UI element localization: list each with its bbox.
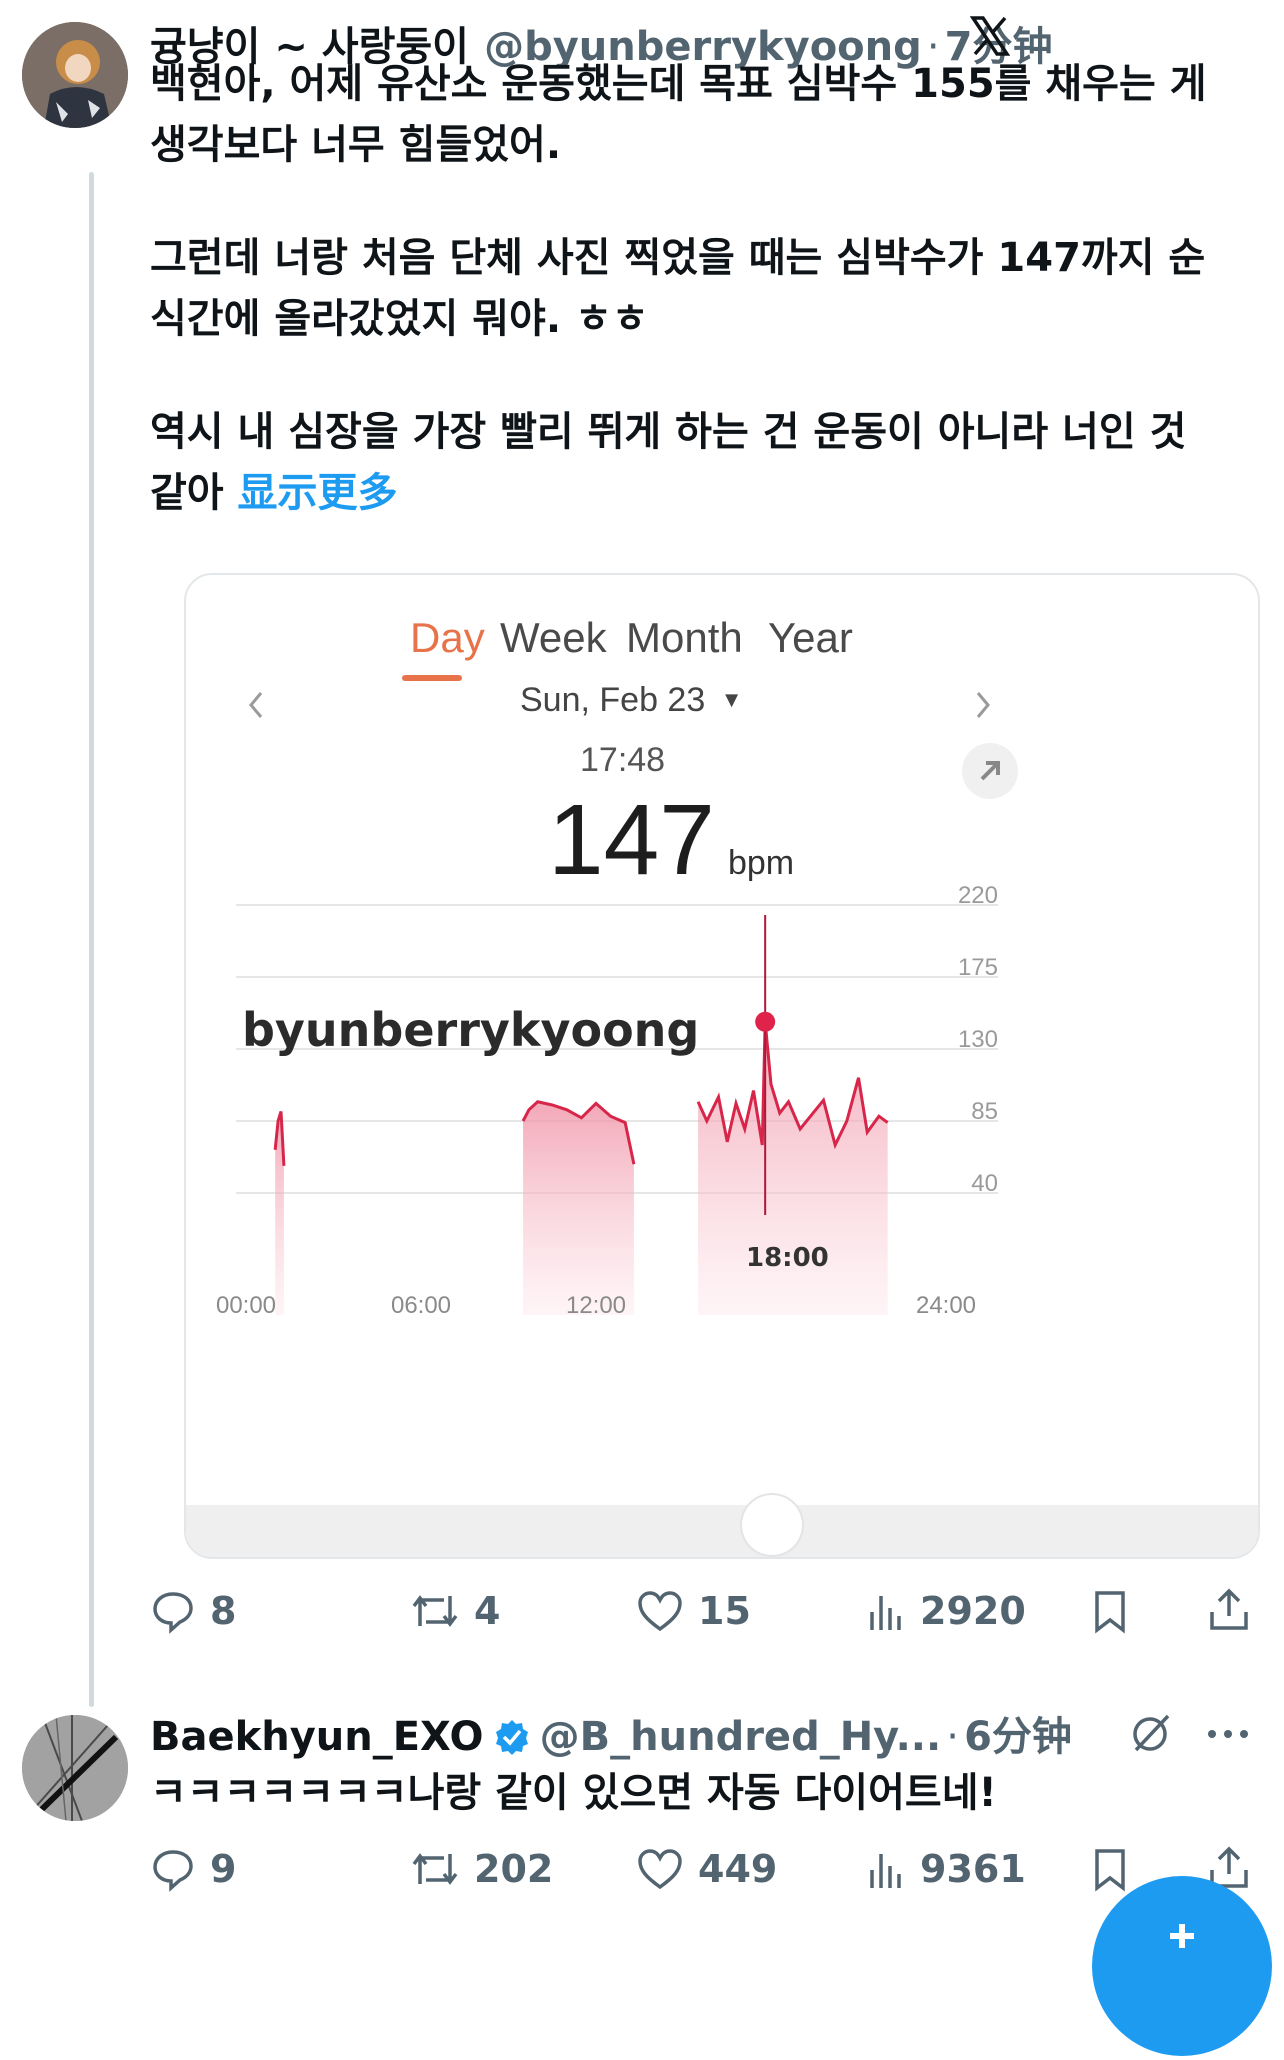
media-card[interactable]: Day Week Month Year Sun, Feb 23 ▼ 17:48 … — [184, 573, 1260, 1559]
chevron-right-icon[interactable] — [968, 685, 998, 729]
reply-icon — [153, 1850, 193, 1892]
dropdown-arrow-icon: ▼ — [720, 687, 743, 712]
y-tick-label: 220 — [958, 882, 998, 909]
callout-time: 18:00 — [746, 1243, 829, 1273]
y-tick-label: 175 — [958, 954, 998, 981]
retweet-count: 4 — [474, 1589, 501, 1633]
tab-month[interactable]: Month — [626, 614, 743, 662]
date-selector[interactable]: Sun, Feb 23 ▼ — [520, 681, 742, 720]
like-button[interactable]: 15 — [636, 1588, 751, 1634]
reply-count: 8 — [210, 1589, 237, 1633]
bookmark-button[interactable] — [1090, 1588, 1130, 1634]
avatar-image — [22, 22, 128, 128]
y-tick-label: 130 — [958, 1026, 998, 1053]
reading-time: 17:48 — [580, 741, 666, 779]
reply-views-count: 9361 — [920, 1847, 1026, 1891]
x-tick-label: 24:00 — [916, 1292, 976, 1319]
reply-retweet-count: 202 — [474, 1847, 554, 1891]
x-tick-label: 06:00 — [391, 1292, 451, 1319]
bookmark-icon — [1095, 1591, 1125, 1634]
tweet-line-last: 같아 显示更多 — [150, 463, 1207, 524]
tweet-line: 백현아, 어제 유산소 운동했는데 목표 심박수 155를 채우는 게 — [150, 61, 1207, 107]
y-tick-label: 40 — [971, 1170, 998, 1197]
compose-icon — [1170, 1924, 1194, 1948]
like-count: 15 — [698, 1589, 751, 1633]
separator-dot: · — [946, 1714, 959, 1760]
retweet-button[interactable]: 4 — [410, 1588, 500, 1634]
reply-text: ㅋㅋㅋㅋㅋㅋㅋ나랑 같이 있으면 자동 다이어트네! — [150, 1770, 997, 1816]
tab-year[interactable]: Year — [768, 614, 853, 662]
heart-rate-chart[interactable]: 220 175 130 85 40 00:00 06:00 12:00 24:00 — [186, 875, 1258, 1335]
scrubber-handle[interactable] — [742, 1495, 802, 1555]
x-tick-label: 12:00 — [566, 1292, 626, 1319]
reply-reply-count: 9 — [210, 1847, 237, 1891]
tweet-line: 그런데 너랑 처음 단체 사진 찍었을 때는 심박수가 147까지 순 — [150, 235, 1206, 281]
tweet-text: 백현아, 어제 유산소 운동했는데 목표 심박수 155를 채우는 게 생각보다… — [150, 54, 1207, 524]
thread-line — [89, 172, 94, 1707]
highlight-point — [755, 1011, 776, 1032]
views-count: 2920 — [920, 1589, 1026, 1633]
verified-badge-icon — [495, 1720, 528, 1755]
reply-avatar-image — [22, 1715, 128, 1821]
scrubber-track — [186, 1505, 1258, 1557]
expand-icon[interactable] — [962, 743, 1018, 799]
compose-button[interactable] — [1092, 1876, 1272, 2056]
watermark-text: byunberrykyoong — [242, 1003, 700, 1057]
tab-day-underline — [402, 675, 462, 681]
avatar[interactable] — [22, 22, 128, 128]
views-icon — [870, 1596, 901, 1630]
views-icon — [870, 1854, 901, 1888]
reply-reply-button[interactable]: 9 — [150, 1846, 236, 1892]
tweet-line: 식간에 올라갔었지 뭐야. ㅎㅎ — [150, 296, 649, 342]
show-more-link[interactable]: 显示更多 — [238, 470, 398, 516]
y-tick-label: 85 — [971, 1098, 998, 1125]
x-logo-icon[interactable] — [969, 16, 1011, 56]
reply-icon — [153, 1592, 193, 1634]
reply-header: Baekhyun_EXO @B_hundred_Hy... · 6分钟 — [150, 1704, 1072, 1762]
retweet-icon — [412, 1853, 458, 1885]
tweet-line: 역시 내 심장을 가장 빨리 뛰게 하는 건 운동이 아니라 너인 것 — [150, 409, 1187, 455]
tab-week[interactable]: Week — [500, 614, 607, 662]
tweet-line: 생각보다 너무 힘들었어. — [150, 122, 562, 168]
x-tick-label: 00:00 — [216, 1292, 276, 1319]
reply-like-button[interactable]: 449 — [636, 1846, 777, 1892]
reply-avatar[interactable] — [22, 1715, 128, 1821]
reply-button[interactable]: 8 — [150, 1588, 236, 1634]
reply-retweet-button[interactable]: 202 — [410, 1846, 553, 1892]
chevron-left-icon[interactable] — [241, 685, 271, 729]
share-button[interactable] — [1206, 1586, 1252, 1634]
reply-handle[interactable]: @B_hundred_Hy... — [540, 1714, 942, 1760]
grok-icon[interactable] — [1128, 1710, 1174, 1760]
reply-timestamp[interactable]: 6分钟 — [964, 1714, 1072, 1760]
retweet-icon — [412, 1595, 458, 1627]
share-icon — [1210, 1588, 1248, 1630]
reply-views-button[interactable]: 9361 — [866, 1846, 1026, 1892]
tab-day[interactable]: Day — [410, 614, 485, 662]
tweet-line-text: 같아 — [150, 470, 224, 516]
more-icon[interactable] — [1206, 1726, 1250, 1745]
views-button[interactable]: 2920 — [866, 1588, 1026, 1634]
like-icon — [638, 1591, 682, 1632]
date-label: Sun, Feb 23 — [520, 681, 706, 719]
reply-like-count: 449 — [698, 1847, 778, 1891]
series-area — [523, 1101, 634, 1315]
reply-display-name[interactable]: Baekhyun_EXO — [150, 1714, 483, 1760]
like-icon — [638, 1849, 682, 1890]
